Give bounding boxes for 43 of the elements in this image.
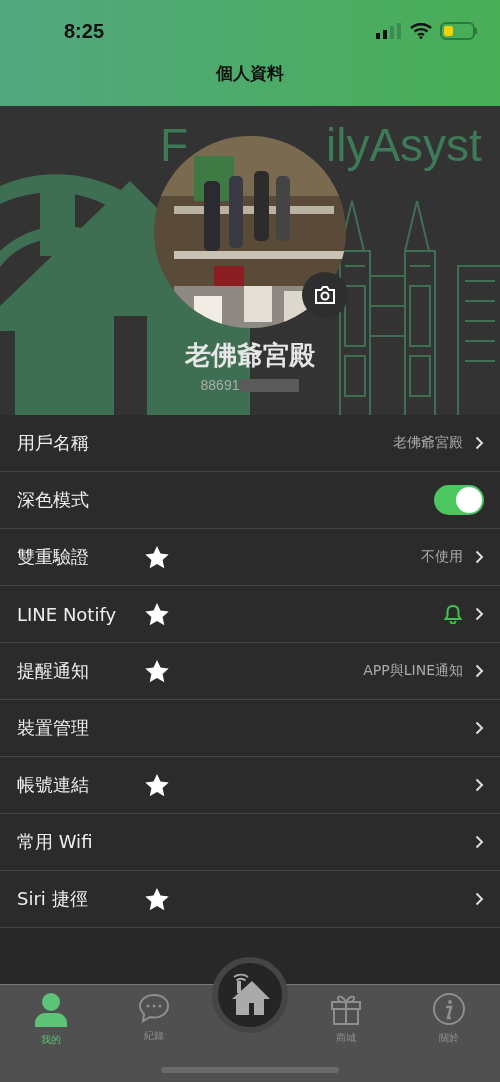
star-icon: [145, 773, 169, 797]
gift-icon: [330, 993, 363, 1025]
chevron-icon: [475, 550, 484, 564]
phone-number: 88691: [200, 377, 240, 393]
signal-icon: [376, 23, 402, 39]
info-icon: [432, 993, 465, 1025]
chevron-icon: [475, 664, 484, 678]
battery-icon: [440, 22, 478, 40]
camera-icon: [314, 286, 336, 304]
tab-item[interactable]: 我的: [0, 985, 103, 1082]
setting-value: APP與LINE通知: [363, 662, 463, 680]
person-icon: [35, 993, 68, 1027]
brand-logo-text: F: [160, 118, 189, 172]
brand-logo-text: ilyAsyst: [326, 118, 482, 172]
bell-icon: [443, 604, 463, 624]
setting-label: 深色模式: [17, 488, 90, 512]
setting-label: LINE Notify: [17, 603, 118, 625]
chevron-icon: [475, 835, 484, 849]
wifi-icon: [410, 23, 432, 39]
dark-mode-switch[interactable]: [434, 485, 484, 515]
setting-label: 常用 Wifi: [17, 830, 94, 854]
setting-value: 不使用: [421, 548, 463, 566]
star-icon: [145, 659, 169, 683]
chevron-icon: [475, 892, 484, 906]
chevron-icon: [475, 721, 484, 735]
setting-label: 提醒通知: [17, 659, 90, 683]
profile-name: 老佛爺宮殿: [185, 339, 315, 372]
setting-label: 裝置管理: [17, 716, 90, 740]
star-icon: [145, 602, 169, 626]
page-title: 個人資料: [216, 62, 284, 85]
chevron-icon: [475, 436, 484, 450]
status-time: 8:25: [64, 19, 105, 43]
setting-label: Siri 捷徑: [17, 887, 89, 911]
chevron-icon: [475, 607, 484, 621]
camera-button[interactable]: [302, 272, 348, 318]
star-icon: [145, 545, 169, 569]
setting-label: 雙重驗證: [17, 545, 90, 569]
setting-value: 老佛爺宮殿: [393, 434, 463, 452]
setting-label: 用戶名稱: [17, 431, 90, 455]
chat-icon: [137, 993, 170, 1023]
star-icon: [145, 887, 169, 911]
setting-label: 帳號連結: [17, 773, 90, 797]
chevron-icon: [475, 778, 484, 792]
